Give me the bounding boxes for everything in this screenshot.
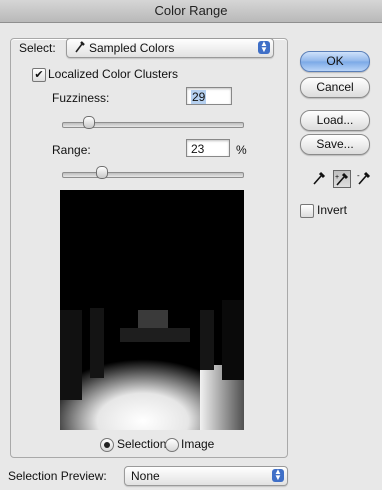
localized-clusters-checkbox[interactable]: ✔ (32, 68, 46, 82)
select-value: Sampled Colors (89, 41, 175, 55)
selection-preview-label: Selection Preview: (8, 469, 107, 483)
svg-text:+: + (335, 174, 339, 181)
save-button[interactable]: Save... (300, 134, 370, 155)
svg-text:-: - (357, 171, 360, 180)
ok-button[interactable]: OK (300, 51, 370, 72)
range-unit: % (236, 143, 247, 157)
window-title: Color Range (0, 0, 382, 23)
eyedropper-minus-icon[interactable]: - (355, 170, 373, 188)
range-value: 23 (191, 142, 205, 156)
invert-checkbox[interactable] (300, 204, 314, 218)
eyedropper-icon[interactable] (310, 170, 328, 188)
image-radio[interactable] (165, 438, 179, 452)
popup-arrows-icon: ▲ ▼ (272, 468, 284, 482)
range-input[interactable]: 23 (186, 139, 230, 157)
load-button[interactable]: Load... (300, 110, 370, 131)
eyedropper-small-icon (74, 40, 86, 57)
fuzziness-label: Fuzziness: (52, 91, 110, 105)
selection-preview-value: None (131, 469, 160, 483)
invert-label: Invert (317, 203, 348, 217)
cancel-button[interactable]: Cancel (300, 77, 370, 98)
range-label: Range: (52, 143, 91, 157)
eyedropper-plus-icon[interactable]: + (333, 170, 351, 188)
select-popup[interactable]: Sampled Colors ▲ ▼ (66, 38, 274, 58)
selection-radio[interactable] (100, 438, 114, 452)
fuzziness-input[interactable]: 29 (186, 87, 232, 105)
range-slider-thumb[interactable] (96, 166, 108, 179)
fuzziness-value: 29 (191, 90, 207, 104)
image-radio-label: Image (181, 437, 215, 451)
selection-radio-label: Selection (117, 437, 167, 451)
select-label: Select: (17, 41, 58, 55)
popup-arrows-icon: ▲ ▼ (258, 40, 270, 54)
selection-preview-popup[interactable]: None ▲ ▼ (124, 466, 288, 486)
range-slider-track[interactable] (62, 172, 244, 178)
localized-clusters-label: Localized Color Clusters (48, 67, 179, 81)
selection-preview-image (60, 190, 244, 430)
fuzziness-slider-thumb[interactable] (83, 116, 95, 129)
